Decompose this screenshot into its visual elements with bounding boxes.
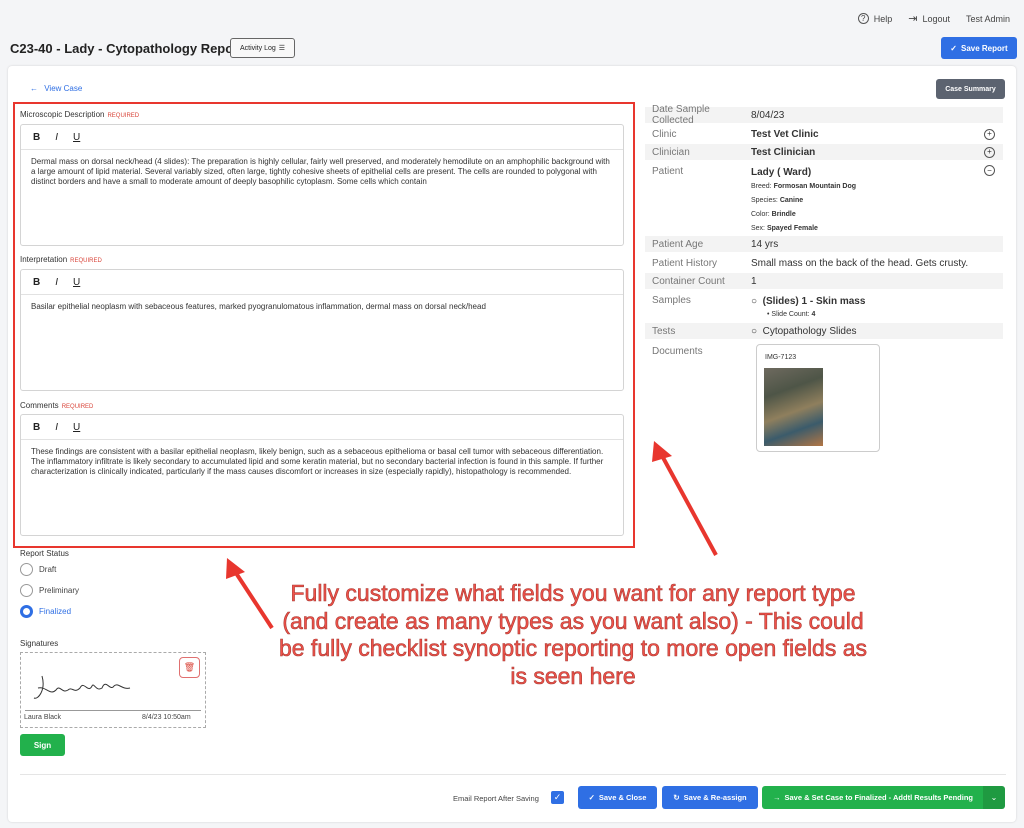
- signature-line: [25, 710, 201, 711]
- annotation-text: Fully customize what fields you want for…: [278, 580, 868, 689]
- status-radio-preliminary[interactable]: Preliminary: [20, 584, 79, 597]
- email-after-saving-label: Email Report After Saving: [453, 794, 539, 803]
- email-after-saving-checkbox[interactable]: ✓: [551, 791, 564, 804]
- document-name: IMG-7123: [765, 354, 797, 361]
- info-history: Patient History Small mass on the back o…: [652, 257, 969, 269]
- arrow-left-icon: ←: [30, 84, 38, 93]
- delete-signature-button[interactable]: 🗑: [179, 657, 200, 678]
- fields-highlight-box: [13, 102, 635, 548]
- sign-button[interactable]: Sign: [20, 734, 65, 756]
- document-thumbnail[interactable]: [764, 368, 823, 446]
- radio-circle: [20, 605, 33, 618]
- check-icon: ✓: [950, 43, 957, 53]
- list-icon: ☰: [278, 45, 286, 52]
- info-tests: Tests ○ Cytopathology Slides: [645, 323, 1003, 339]
- view-case-link[interactable]: ← View Case: [30, 84, 82, 93]
- document-card[interactable]: IMG-7123: [756, 344, 880, 452]
- plus-circle-icon[interactable]: +: [984, 146, 995, 158]
- help-link[interactable]: ? Help: [857, 13, 892, 24]
- minus-circle-icon[interactable]: −: [984, 165, 995, 176]
- refresh-icon: ↻: [673, 793, 680, 802]
- logout-icon: ⇥: [908, 13, 918, 25]
- signatures-label: Signatures: [20, 639, 59, 648]
- save-close-button[interactable]: ✓ Save & Close: [578, 786, 657, 809]
- status-radio-draft[interactable]: Draft: [20, 563, 56, 576]
- info-date-collected: Date Sample Collected 8/04/23: [645, 104, 1003, 126]
- trash-icon: 🗑: [183, 662, 196, 672]
- save-finalize-button[interactable]: → Save & Set Case to Finalized - Addtl R…: [762, 786, 984, 809]
- arrow-right-icon: →: [772, 793, 781, 802]
- save-report-button[interactable]: ✓ Save Report: [941, 37, 1017, 59]
- signature-date: 8/4/23 10:50am: [142, 714, 191, 721]
- check-icon: ✓: [588, 793, 595, 802]
- info-samples: Samples ○ (Slides) 1 - Skin mass • Slide…: [652, 295, 866, 318]
- user-menu[interactable]: Test Admin: [966, 14, 1010, 24]
- top-nav: ? Help ⇥ Logout Test Admin: [857, 12, 1010, 25]
- help-icon: ?: [857, 13, 869, 24]
- top-bar: ? Help ⇥ Logout Test Admin: [0, 0, 1024, 36]
- info-container: Container Count 1: [645, 273, 1003, 289]
- signature-drawing: [33, 675, 131, 699]
- footer-divider: [20, 774, 1006, 775]
- signer-name: Laura Black: [24, 714, 61, 721]
- activity-log-button[interactable]: Activity Log ☰: [230, 38, 295, 58]
- radio-circle: [20, 563, 33, 576]
- page-title: C23-40 - Lady - Cytopathology Report: [10, 41, 243, 56]
- radio-circle: [20, 584, 33, 597]
- info-patient: Patient Lady ( Ward) Breed: Formosan Mou…: [645, 163, 1003, 233]
- save-reassign-button[interactable]: ↻ Save & Re-assign: [662, 786, 758, 809]
- case-summary-button[interactable]: Case Summary: [936, 79, 1005, 99]
- info-clinic: Clinic Test Vet Clinic +: [645, 126, 1003, 142]
- info-age: Patient Age 14 yrs: [645, 236, 1003, 252]
- chevron-down-icon[interactable]: ⌄: [983, 786, 1005, 809]
- info-clinician: Clinician Test Clinician +: [645, 144, 1003, 160]
- status-radio-finalized[interactable]: Finalized: [20, 605, 71, 618]
- plus-circle-icon[interactable]: +: [984, 128, 995, 140]
- logout-link[interactable]: ⇥ Logout: [908, 12, 950, 25]
- report-status-label: Report Status: [20, 549, 69, 558]
